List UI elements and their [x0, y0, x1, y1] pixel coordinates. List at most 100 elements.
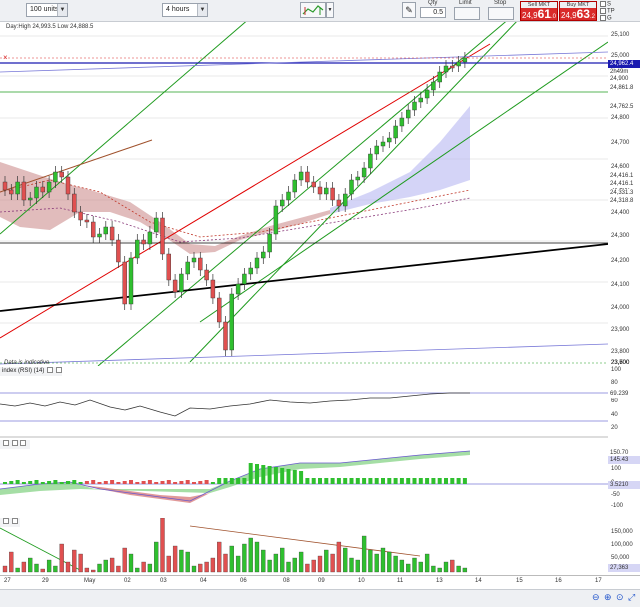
- price-tag-2: 24,900: [608, 75, 640, 83]
- volume-bar: [154, 541, 159, 573]
- macd-hist-bar: [349, 478, 354, 484]
- macd-hist-bar: [217, 478, 222, 484]
- units-select-value: 100 units: [30, 6, 59, 13]
- check-g[interactable]: G: [600, 15, 612, 22]
- settings-icon[interactable]: [47, 367, 54, 374]
- macd-hist-bar: [59, 482, 64, 484]
- volume-bar: [141, 561, 146, 573]
- volume-axis-tick: 100,000: [611, 542, 633, 548]
- zoom-in-icon[interactable]: ⊕: [604, 592, 612, 603]
- buy-mkt-button[interactable]: Buy MKT 24,963.2: [559, 1, 597, 21]
- macd-hist-bar: [97, 482, 102, 484]
- macd-hist-bar: [103, 481, 108, 484]
- price-chart[interactable]: ×: [0, 17, 609, 367]
- price-chart-canvas[interactable]: ×: [0, 17, 609, 367]
- candle-body: [412, 101, 417, 111]
- qty-input[interactable]: 0.5: [420, 7, 446, 18]
- candle-body: [424, 89, 430, 99]
- time-axis-label: 10: [358, 578, 365, 584]
- candle-body: [267, 233, 272, 253]
- time-axis-label: 27: [4, 578, 11, 584]
- limit-button[interactable]: [454, 7, 480, 20]
- macd-hist-bar: [280, 468, 285, 484]
- rsi-chart[interactable]: [0, 376, 608, 438]
- macd-hist-bar: [34, 480, 39, 484]
- rsi-title: index (RSI) (14): [2, 368, 45, 374]
- expand-icon[interactable]: ⤢: [628, 592, 635, 603]
- macd-hist-bar: [185, 480, 190, 484]
- volume-bar: [443, 561, 449, 573]
- macd-chart[interactable]: [0, 449, 608, 517]
- candle-body: [368, 153, 373, 169]
- macd-hist-bar: [324, 478, 329, 484]
- volume-bar: [368, 549, 373, 573]
- volume-bar: [361, 535, 367, 573]
- volume-bar: [84, 567, 90, 573]
- volume-chart[interactable]: [0, 517, 608, 575]
- settings-icon[interactable]: [3, 440, 9, 447]
- macd-hist-bar: [336, 478, 341, 484]
- macd-axis-tick: 100: [611, 466, 622, 472]
- time-axis-label: 02: [124, 578, 131, 584]
- macd-fill-green: [0, 451, 470, 495]
- volume-bar: [267, 559, 272, 573]
- chart-type-button[interactable]: [300, 2, 326, 18]
- zoom-out-icon[interactable]: ⊖: [592, 592, 600, 603]
- rsi-title-bar: index (RSI) (14): [0, 367, 62, 376]
- macd-hist-bar: [223, 478, 228, 484]
- candle-body: [223, 321, 228, 351]
- price-axis-tick: 24,200: [611, 258, 630, 264]
- volume-bar: [185, 551, 190, 573]
- volume-bar: [406, 563, 411, 573]
- volume-bar: [437, 567, 442, 573]
- macd-hist-bar: [91, 480, 96, 484]
- volume-bar: [387, 551, 392, 573]
- chart-type-icon: [302, 5, 324, 15]
- units-select[interactable]: 100 units ▼: [26, 3, 68, 17]
- time-axis-label: 13: [436, 578, 443, 584]
- candle-body: [59, 171, 64, 178]
- timeframe-select-value: 4 hours: [166, 6, 190, 13]
- price-tag-3: 24,861.8: [608, 84, 640, 92]
- candle-body: [248, 267, 253, 275]
- candle-body: [122, 261, 127, 305]
- candle-body: [355, 176, 360, 181]
- macd-hist-bar: [286, 469, 291, 484]
- timeframe-select[interactable]: 4 hours ▼: [162, 3, 208, 17]
- macd-hist-bar: [437, 478, 442, 484]
- time-axis-label: 16: [555, 578, 562, 584]
- candle-body: [418, 97, 423, 103]
- price-tag-7: 24,331.3: [608, 189, 640, 197]
- volume-bar: [53, 565, 58, 573]
- candle-body: [273, 205, 279, 235]
- price-axis-tick: 24,400: [611, 210, 630, 216]
- volume-bar: [179, 549, 184, 573]
- macd-hist-bar: [229, 478, 234, 484]
- volume-bar: [280, 547, 285, 573]
- close-icon[interactable]: [11, 440, 18, 447]
- pencil-icon[interactable]: ✎: [402, 2, 416, 18]
- price-axis-tick: 24,700: [611, 140, 630, 146]
- sell-mkt-button[interactable]: Sell MKT 24,961.0: [520, 1, 558, 21]
- volume-value-tag: 27,363: [608, 564, 640, 572]
- check-g-label: G: [607, 15, 612, 22]
- hide-icon[interactable]: [20, 440, 27, 447]
- macd-hist-bar: [462, 478, 467, 484]
- reset-icon[interactable]: ⊙: [616, 592, 624, 603]
- candle-body: [53, 171, 58, 183]
- volume-bar: [305, 563, 310, 573]
- macd-hist-bar: [9, 481, 14, 484]
- macd-hist-bar: [173, 482, 178, 484]
- chart-type-dropdown[interactable]: ▼: [326, 2, 334, 18]
- price-axis-tick: 23,900: [611, 327, 630, 333]
- macd-hist-bar: [15, 480, 20, 484]
- macd-hist-bar: [292, 470, 297, 484]
- macd-hist-bar: [66, 481, 70, 484]
- stop-button[interactable]: [488, 7, 514, 20]
- check-s[interactable]: S: [600, 1, 611, 8]
- time-axis[interactable]: 27 29 May 02 03 04 06 08 09 10 11 13 14 15 16 17: [0, 575, 640, 589]
- macd-hist-bar: [129, 480, 133, 484]
- close-icon[interactable]: [55, 367, 62, 374]
- check-tp[interactable]: TP: [600, 8, 615, 15]
- volume-bar: [65, 561, 71, 573]
